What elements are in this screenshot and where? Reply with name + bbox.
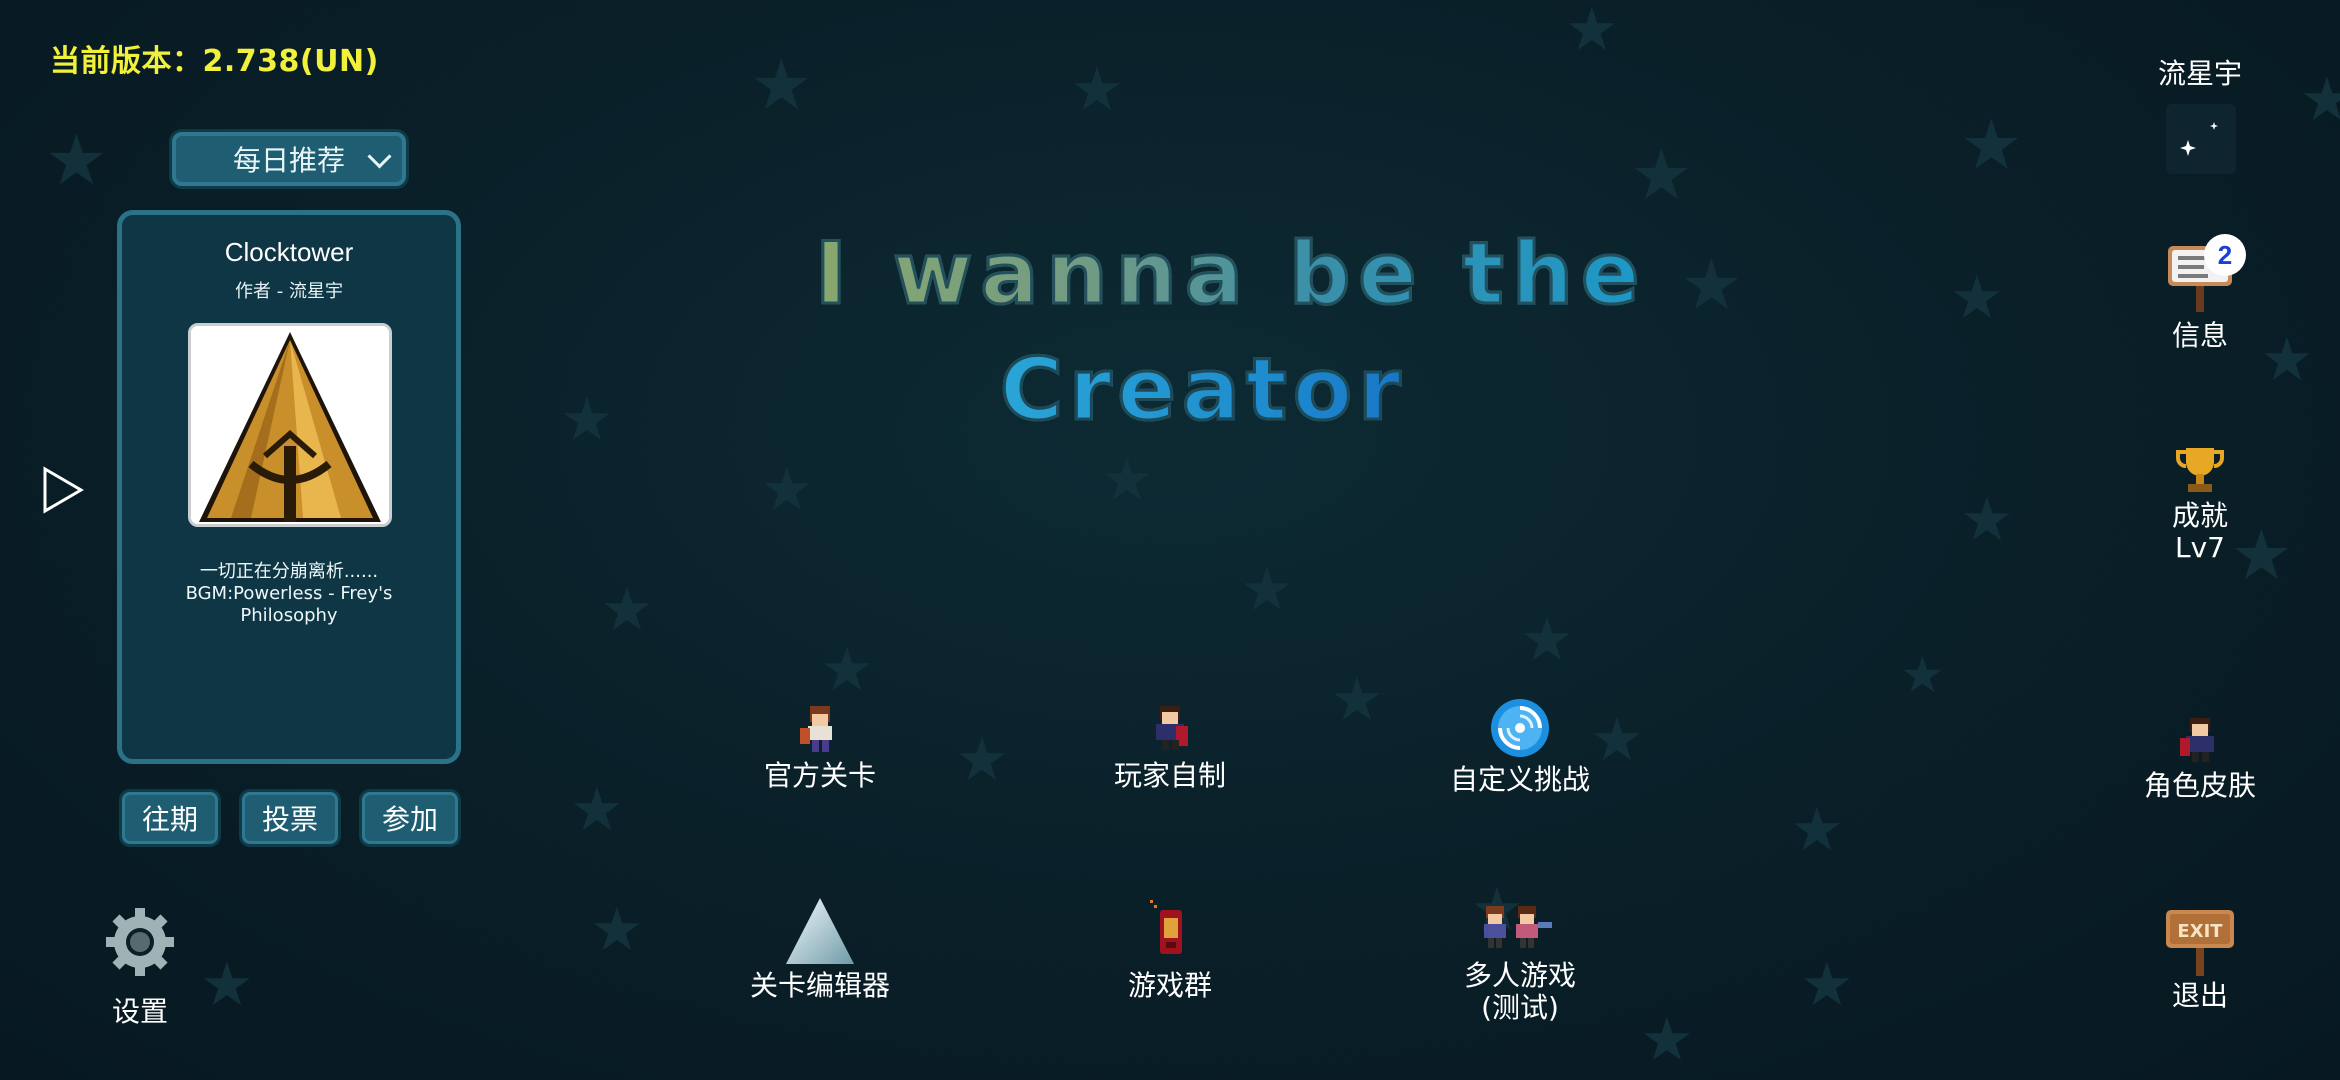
star-icon: ★ (760, 455, 814, 525)
kid-skin-character-icon (2180, 718, 2214, 762)
custom-challenge-label: 自定义挑战 (1449, 763, 1590, 796)
chevron-down-icon (367, 144, 392, 169)
star-icon: ★ (1900, 646, 1945, 704)
game-title-line1: I wanna be the (813, 223, 1648, 326)
star-icon: ★ (1960, 104, 2023, 186)
avatar[interactable] (2166, 104, 2236, 174)
star-icon: ★ (2260, 325, 2314, 395)
achievements-button[interactable]: 成就 Lv7 (2140, 444, 2260, 564)
level-title: Clocktower (224, 237, 354, 267)
level-editor-button[interactable]: 关卡编辑器 (740, 896, 900, 1002)
star-icon: ★ (1240, 555, 1294, 625)
swirl-portal-icon (1491, 699, 1549, 757)
achievements-label: 成就 (2171, 499, 2228, 532)
daily-recommend-label: 每日推荐 (232, 144, 345, 177)
settings-label: 设置 (111, 995, 168, 1028)
star-icon: ★ (1950, 263, 2004, 333)
daily-level-card[interactable]: Clocktower 作者 - 流星宇 一切正在分崩离析...... BGM:P… (117, 210, 461, 764)
player-made-label: 玩家自制 (1113, 759, 1226, 792)
trophy-icon (2176, 448, 2224, 492)
messages-label: 信息 (2171, 319, 2228, 352)
gear-icon (106, 908, 174, 976)
version-label: 当前版本：2.738(UN) (50, 44, 379, 79)
star-icon: ★ (1960, 485, 2014, 555)
game-group-label: 游戏群 (1127, 969, 1212, 1002)
star-icon: ★ (955, 725, 1009, 795)
star-icon: ★ (820, 635, 874, 705)
game-group-button[interactable]: 游戏群 (1090, 896, 1250, 1002)
star-icon: ★ (1800, 950, 1854, 1020)
level-editor-label: 关卡编辑器 (749, 969, 890, 1002)
official-levels-label: 官方关卡 (763, 759, 876, 792)
spike-triangle-icon (786, 898, 854, 964)
character-skins-button[interactable]: 角色皮肤 (2120, 714, 2280, 802)
star-icon: ★ (1640, 1005, 1694, 1075)
multiplayer-kids-icon (1484, 906, 1552, 948)
official-levels-button[interactable]: 官方关卡 (740, 700, 900, 792)
past-levels-button[interactable]: 往期 (122, 792, 218, 844)
star-icon: ★ (560, 385, 614, 455)
exit-button[interactable]: EXIT 退出 (2140, 904, 2260, 1012)
star-icon: ★ (1790, 795, 1844, 865)
star-icon: ★ (750, 44, 813, 126)
daily-recommend-dropdown[interactable]: 每日推荐 (172, 132, 406, 186)
level-author: 作者 - 流星宇 (235, 281, 343, 302)
exit-sign-text: EXIT (2177, 921, 2223, 942)
exit-label: 退出 (2171, 979, 2228, 1012)
kid-caped-character-icon (1156, 706, 1188, 750)
kid-character-icon (800, 706, 832, 752)
vote-button[interactable]: 投票 (242, 792, 338, 844)
star-icon: ★ (1520, 605, 1574, 675)
username: 流星宇 (2157, 57, 2242, 90)
star-icon: ★ (45, 119, 108, 201)
multiplayer-label: 多人游戏 (测试) (1463, 959, 1576, 1024)
exit-sign-icon: EXIT (2166, 910, 2234, 976)
level-description: 一切正在分崩离析...... BGM:Powerless - Frey's Ph… (185, 561, 393, 626)
player-made-button[interactable]: 玩家自制 (1090, 700, 1250, 792)
star-icon: ★ (570, 775, 624, 845)
star-icon: ★ (200, 950, 254, 1020)
star-icon: ★ (1070, 55, 1124, 125)
star-icon: ★ (1680, 244, 1743, 326)
custom-challenge-button[interactable]: 自定义挑战 (1420, 696, 1620, 796)
settings-button[interactable] (100, 906, 180, 982)
multiplayer-button[interactable]: 多人游戏 (测试) (1420, 900, 1620, 1024)
achievements-level: Lv7 (2175, 531, 2225, 564)
star-icon: ★ (1100, 445, 1154, 515)
join-button[interactable]: 参加 (362, 792, 458, 844)
character-skins-label: 角色皮肤 (2143, 769, 2256, 802)
expand-panel-arrow-icon[interactable] (42, 466, 84, 518)
phone-icon (1150, 900, 1182, 954)
star-icon: ★ (600, 575, 654, 645)
star-icon: ★ (2300, 65, 2340, 135)
messages-count-badge: 2 (2204, 234, 2246, 276)
clocktower-thumbnail-icon (191, 326, 389, 524)
game-title-line2: Creator (999, 339, 1407, 442)
level-thumbnail[interactable] (188, 323, 392, 527)
star-icon: ★ (1630, 134, 1693, 216)
star-icon: ★ (1330, 665, 1384, 735)
star-icon: ★ (590, 895, 644, 965)
star-icon: ★ (1565, 0, 1619, 65)
sparkle-avatar-icon (2180, 122, 2218, 156)
